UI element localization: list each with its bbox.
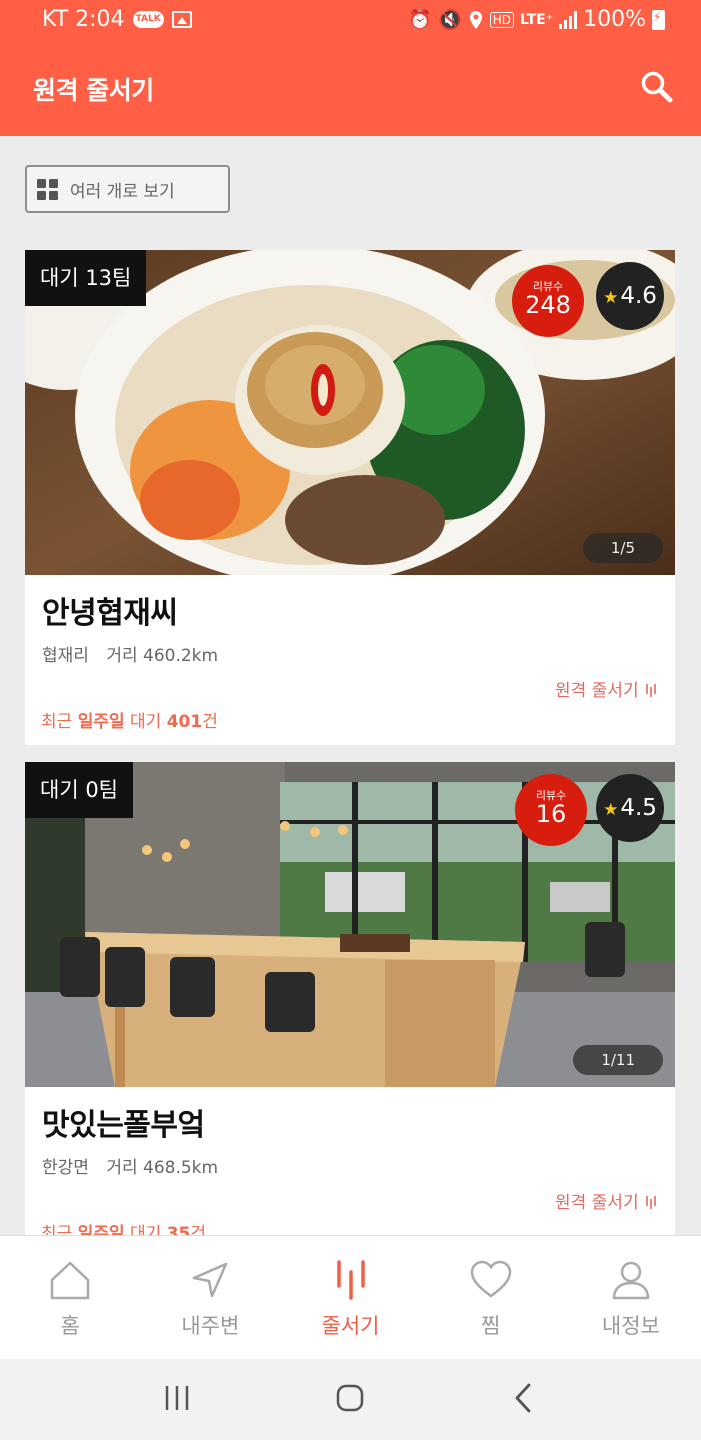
recent-wait-summary: 최근 일주일 대기 35건 (41, 1219, 206, 1235)
nav-queue-label: 줄서기 (321, 1314, 380, 1338)
back-button[interactable] (508, 1382, 540, 1418)
recent-wait-summary: 최근 일주일 대기 401건 (41, 707, 218, 732)
restaurant-card[interactable]: 대기 13팀 리뷰수 248 ★4.6 1/5 안녕협재씨 협재리 거리 460… (25, 250, 675, 745)
nav-home[interactable]: 홈 (0, 1236, 140, 1359)
battery-charging-icon (652, 9, 665, 30)
grid-icon (37, 178, 58, 200)
app-header: KT 2:04 TALK ⏰ 🔇 HD LTE⁺ 100% 원격 줄서기 (0, 0, 701, 136)
home-system-icon (337, 1384, 364, 1411)
restaurant-location: 한강면 거리 468.5km (42, 1153, 218, 1178)
rating-badge: ★4.5 (596, 774, 664, 842)
location-icon (469, 10, 482, 29)
nav-favorites-label: 찜 (481, 1314, 501, 1338)
carrier-time: KT 2:04 (42, 7, 125, 32)
review-count-badge: 리뷰수 248 (512, 265, 584, 337)
review-count-badge: 리뷰수 16 (515, 774, 587, 846)
search-icon (641, 71, 673, 103)
star-icon: ★ (603, 800, 619, 820)
alarm-icon: ⏰ (408, 9, 433, 31)
search-button[interactable] (637, 68, 677, 108)
recent-suffix: 건 (202, 712, 218, 732)
area-name: 한강면 (42, 1158, 89, 1178)
back-icon (515, 1383, 531, 1412)
remote-queue-label: 원격 줄서기 (554, 681, 639, 701)
system-navigation-bar (0, 1359, 701, 1440)
page-title: 원격 줄서기 (33, 76, 154, 105)
recent-suffix: 건 (190, 1224, 207, 1235)
signal-icon (559, 10, 578, 29)
remote-queue-button[interactable]: 원격 줄서기 (555, 676, 658, 701)
rating-badge: ★4.6 (596, 262, 664, 330)
gallery-icon (171, 11, 192, 28)
status-bar: KT 2:04 TALK ⏰ 🔇 HD LTE⁺ 100% (0, 0, 701, 44)
multi-view-label: 여러 개로 보기 (70, 181, 175, 202)
nav-my-info[interactable]: 내정보 (561, 1236, 701, 1359)
location-arrow-icon (193, 1262, 228, 1298)
battery-percent: 100% (583, 7, 646, 32)
restaurant-location: 협재리 거리 460.2km (42, 641, 218, 666)
remote-queue-label: 원격 줄서기 (554, 1193, 639, 1213)
nav-queue[interactable]: 줄서기 (280, 1236, 420, 1359)
restaurant-photo[interactable]: 대기 13팀 리뷰수 248 ★4.6 1/5 (25, 250, 675, 575)
bottom-navigation: 홈 내주변 줄서기 찜 내정보 (0, 1235, 701, 1359)
recent-apps-button[interactable] (161, 1382, 193, 1418)
star-icon: ★ (603, 288, 619, 308)
restaurant-photo[interactable]: 대기 0팀 리뷰수 16 ★4.5 1/11 (25, 762, 675, 1087)
home-icon (50, 1261, 90, 1300)
wait-teams-badge: 대기 0팀 (25, 762, 133, 818)
queue-icon (336, 1260, 365, 1300)
recent-wait-label: 대기 (130, 712, 162, 732)
queue-icon (646, 1196, 656, 1209)
recent-wait-label: 대기 (130, 1224, 162, 1235)
recent-apps-icon (165, 1385, 189, 1410)
recent-wait-count: 35 (166, 1224, 191, 1235)
multi-view-toggle-button[interactable]: 여러 개로 보기 (25, 165, 230, 213)
person-icon (612, 1261, 650, 1300)
distance-value: 460.2km (143, 646, 219, 666)
photo-counter: 1/5 (582, 533, 663, 563)
nav-nearby-label: 내주변 (181, 1314, 240, 1338)
home-system-button[interactable] (334, 1382, 366, 1418)
distance-label: 거리 (106, 646, 138, 666)
nav-home-label: 홈 (60, 1314, 80, 1338)
rating-value: 4.6 (620, 283, 657, 309)
lte-icon: LTE⁺ (519, 11, 554, 28)
restaurant-list[interactable]: 대기 13팀 리뷰수 248 ★4.6 1/5 안녕협재씨 협재리 거리 460… (0, 250, 701, 1235)
nav-nearby[interactable]: 내주변 (140, 1236, 280, 1359)
recent-wait-count: 401 (166, 712, 203, 732)
mute-icon: 🔇 (438, 9, 462, 31)
kakaotalk-icon: TALK (132, 11, 164, 28)
queue-icon (646, 684, 656, 697)
recent-period: 일주일 (77, 712, 125, 732)
review-count-value: 16 (535, 800, 567, 828)
area-name: 협재리 (42, 646, 89, 666)
nav-my-info-label: 내정보 (601, 1314, 660, 1338)
photo-counter: 1/11 (573, 1045, 663, 1075)
restaurant-name[interactable]: 안녕협재씨 (42, 588, 178, 632)
recent-prefix: 최근 (41, 1224, 73, 1235)
distance-value: 468.5km (143, 1158, 219, 1178)
restaurant-name[interactable]: 맛있는폴부엌 (42, 1100, 205, 1144)
distance-label: 거리 (106, 1158, 138, 1178)
review-count-value: 248 (525, 291, 571, 319)
rating-value: 4.5 (620, 795, 657, 821)
remote-queue-button[interactable]: 원격 줄서기 (555, 1188, 658, 1213)
nav-favorites[interactable]: 찜 (421, 1236, 561, 1359)
restaurant-card[interactable]: 대기 0팀 리뷰수 16 ★4.5 1/11 맛있는폴부엌 한강면 거리 468… (25, 762, 675, 1235)
heart-icon (470, 1260, 511, 1298)
recent-period: 일주일 (77, 1224, 125, 1235)
hd-icon: HD (489, 11, 514, 28)
recent-prefix: 최근 (41, 712, 73, 732)
wait-teams-badge: 대기 13팀 (25, 250, 147, 306)
